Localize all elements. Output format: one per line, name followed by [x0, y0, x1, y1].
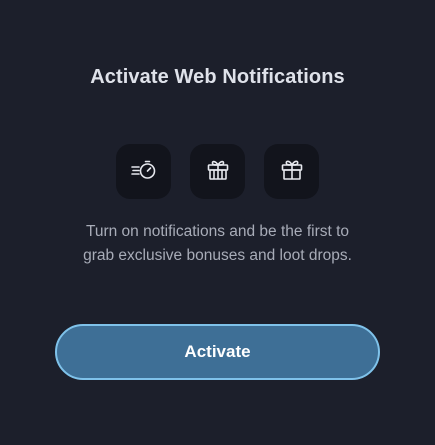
gift-tile	[264, 144, 319, 199]
description-line-2: grab exclusive bonuses and loot drops.	[83, 247, 352, 264]
gift-box-tile	[190, 144, 245, 199]
feature-icons	[0, 144, 435, 199]
description-line-1: Turn on notifications and be the first t…	[85, 223, 350, 240]
gift-icon	[279, 156, 305, 187]
activate-button[interactable]: Activate	[55, 324, 380, 380]
gift-box-icon	[205, 156, 231, 187]
notification-dialog: Activate Web Notifications Turn on notif…	[0, 0, 435, 445]
dialog-description: Turn on notifications and be the first t…	[0, 220, 435, 268]
fast-timer-icon	[130, 156, 157, 187]
dialog-title: Activate Web Notifications	[90, 66, 345, 88]
fast-timer-tile	[116, 144, 171, 199]
